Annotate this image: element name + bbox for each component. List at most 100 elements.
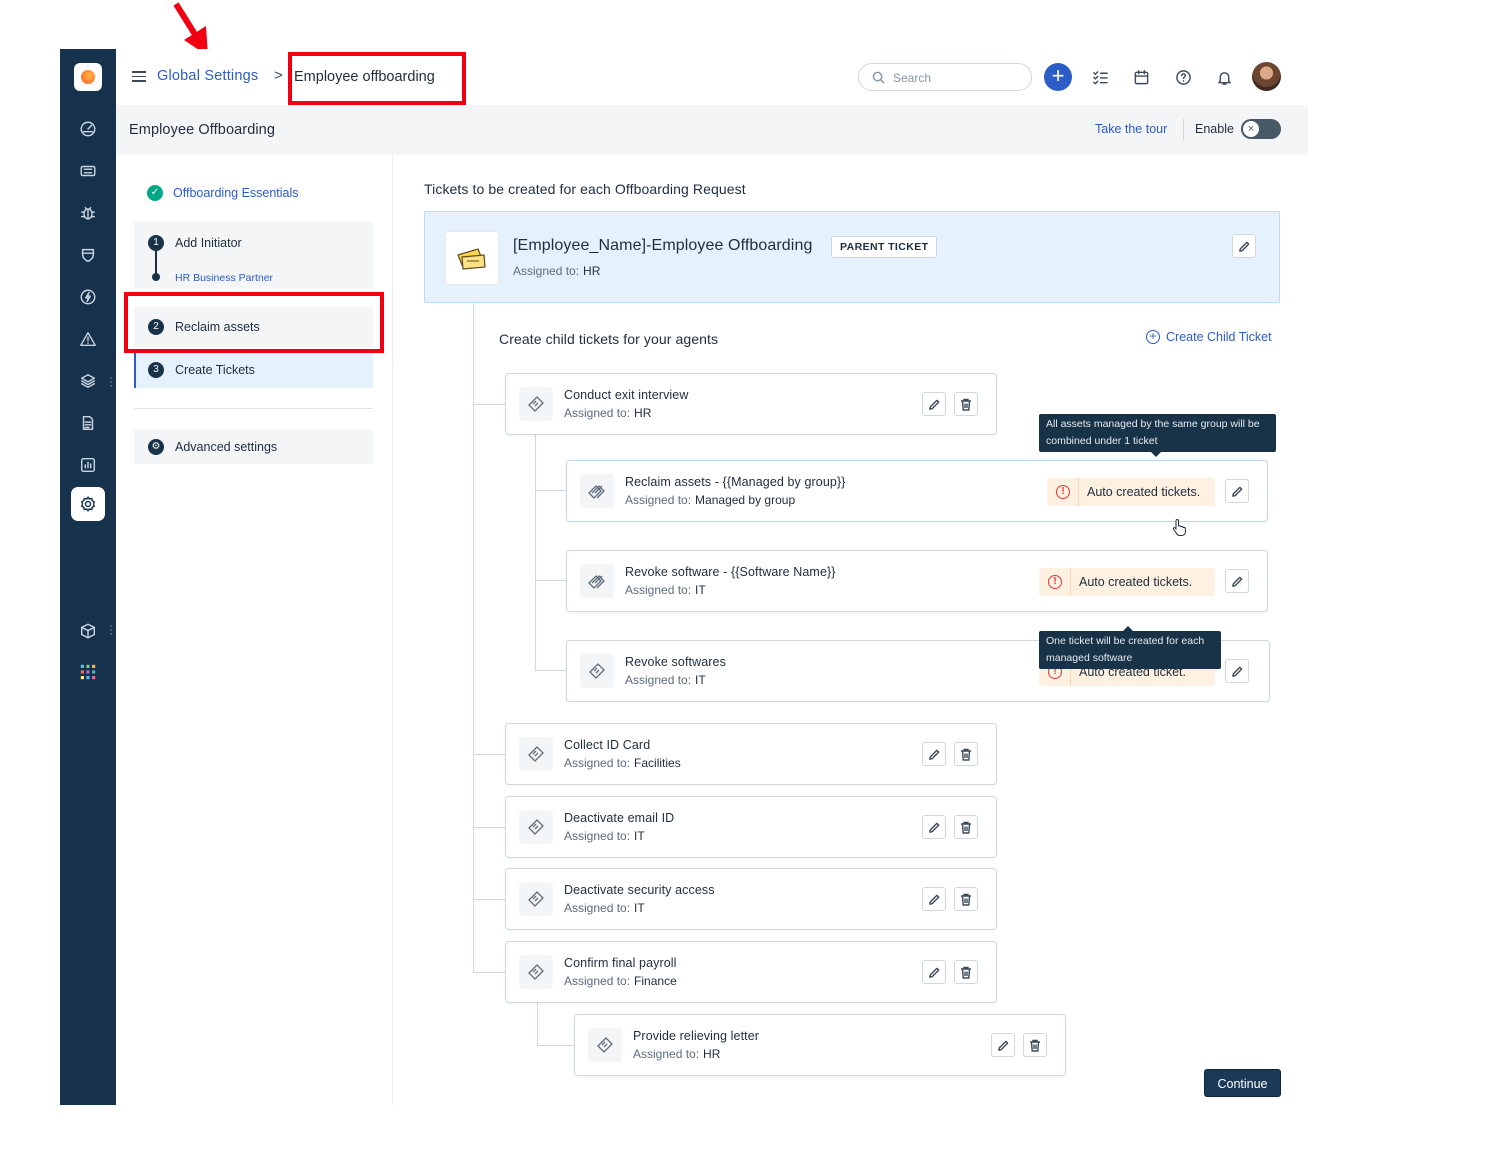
ticket-card: Provide relieving letter Assigned to: HR	[574, 1014, 1066, 1076]
step-sublabel[interactable]: HR Business Partner	[175, 272, 273, 284]
warning-text: Auto created tickets.	[1087, 485, 1201, 499]
ticket-name: Provide relieving letter	[633, 1029, 760, 1043]
delete-ticket-button[interactable]	[954, 815, 978, 839]
tree-branch	[535, 580, 566, 581]
step-offboarding-essentials[interactable]: ✓ Offboarding Essentials	[147, 185, 299, 201]
tree-branch	[473, 827, 505, 828]
edit-ticket-button[interactable]	[1225, 659, 1249, 683]
enable-toggle[interactable]: ×	[1241, 119, 1281, 139]
help-icon[interactable]	[1172, 66, 1194, 88]
calendar-icon[interactable]	[1130, 66, 1152, 88]
ticket-card: Confirm final payroll Assigned to: Financ…	[505, 941, 997, 1003]
breadcrumb-separator: >	[274, 67, 283, 84]
assigned-value: IT	[634, 829, 645, 843]
step-number: 3	[148, 362, 164, 378]
edit-parent-button[interactable]	[1232, 234, 1256, 258]
settings-gear-icon[interactable]	[71, 487, 105, 521]
edit-ticket-button[interactable]	[922, 742, 946, 766]
edit-icon	[1231, 576, 1242, 587]
continue-button[interactable]: Continue	[1204, 1069, 1281, 1097]
edit-ticket-button[interactable]	[922, 960, 946, 984]
step-essentials-label: Offboarding Essentials	[173, 186, 299, 200]
tooltip-software: One ticket will be created for each mana…	[1039, 626, 1221, 669]
parent-ticket-card: [Employee_Name]-Employee Offboarding PAR…	[424, 211, 1280, 303]
new-item-plus-button[interactable]: +	[1044, 63, 1072, 91]
tree-branch	[473, 404, 505, 405]
more-dots-icon[interactable]: · · ·	[109, 371, 113, 391]
create-child-ticket-button[interactable]: + Create Child Ticket	[1146, 330, 1272, 344]
annotation-box-reclaim-assets	[124, 292, 384, 353]
ticket-name: Conduct exit interview	[564, 388, 689, 402]
apps-grid-icon[interactable]	[76, 660, 100, 684]
search-placeholder: Search	[893, 71, 932, 85]
step-add-initiator[interactable]: 1 Add Initiator HR Business Partner	[134, 222, 373, 288]
tree-branch	[473, 899, 505, 900]
trash-icon	[961, 821, 971, 834]
trash-icon	[961, 398, 971, 411]
ticket-name: Deactivate security access	[564, 883, 715, 897]
ticket-assignee: Assigned to: IT	[625, 673, 706, 687]
ticket-name: Reclaim assets - {{Managed by group}}	[625, 475, 846, 489]
delete-ticket-button[interactable]	[1023, 1033, 1047, 1057]
tooltip-line: managed software	[1046, 652, 1133, 664]
assigned-value: Finance	[634, 974, 677, 988]
edit-ticket-button[interactable]	[991, 1033, 1015, 1057]
assigned-value: Facilities	[634, 756, 681, 770]
tickets-icon[interactable]	[76, 159, 100, 183]
ticket-icon	[588, 1028, 622, 1062]
app-logo[interactable]	[74, 63, 102, 91]
edit-ticket-button[interactable]	[1225, 569, 1249, 593]
step-create-tickets[interactable]: 3 Create Tickets	[134, 352, 373, 388]
bug-icon[interactable]	[76, 201, 100, 225]
assigned-label: Assigned to:	[513, 264, 580, 278]
reports-icon[interactable]	[76, 453, 100, 477]
assigned-label: Assigned to:	[564, 829, 631, 843]
alert-icon[interactable]	[76, 327, 100, 351]
auto-created-warning[interactable]: ! Auto created tickets.	[1039, 568, 1215, 596]
ticket-card: Reclaim assets - {{Managed by group}} As…	[566, 460, 1268, 522]
bolt-icon[interactable]	[76, 285, 100, 309]
search-input[interactable]: Search	[858, 63, 1032, 91]
edit-ticket-button[interactable]	[1225, 479, 1249, 503]
trash-icon	[961, 748, 971, 761]
tree-branch	[473, 754, 505, 755]
warning-icon: !	[1048, 575, 1062, 589]
assigned-label: Assigned to:	[625, 493, 692, 507]
check-icon: ✓	[147, 185, 163, 201]
layers-icon[interactable]	[76, 369, 100, 393]
delete-ticket-button[interactable]	[954, 960, 978, 984]
document-icon[interactable]	[76, 411, 100, 435]
ticket-icon	[519, 955, 553, 989]
more-dots-icon-2[interactable]: · · ·	[109, 619, 113, 639]
user-avatar[interactable]	[1252, 62, 1281, 91]
assigned-label: Assigned to:	[564, 406, 631, 420]
tooltip-arrow	[1123, 626, 1133, 631]
shield-icon[interactable]	[76, 243, 100, 267]
edit-ticket-button[interactable]	[922, 815, 946, 839]
hamburger-icon[interactable]	[132, 71, 146, 82]
tree-branch	[537, 1045, 574, 1046]
delete-ticket-button[interactable]	[954, 742, 978, 766]
delete-ticket-button[interactable]	[954, 887, 978, 911]
step-label: Create Tickets	[175, 363, 255, 377]
panel-divider	[134, 408, 373, 409]
breadcrumb-global-settings[interactable]: Global Settings	[157, 68, 258, 84]
cube-icon[interactable]	[76, 619, 100, 643]
dashboard-icon[interactable]	[76, 117, 100, 141]
delete-ticket-button[interactable]	[954, 392, 978, 416]
edit-ticket-button[interactable]	[922, 887, 946, 911]
tooltip-line: combined under 1 ticket	[1046, 435, 1158, 447]
assigned-value: HR	[703, 1047, 721, 1061]
tree-branch	[535, 670, 566, 671]
step-advanced-settings[interactable]: ⚙ Advanced settings	[134, 430, 373, 464]
edit-icon	[928, 749, 939, 760]
task-list-icon[interactable]	[1089, 66, 1111, 88]
take-tour-link[interactable]: Take the tour	[1095, 122, 1167, 136]
bell-icon[interactable]	[1213, 66, 1235, 88]
ticket-assignee: Assigned to: IT	[625, 583, 706, 597]
auto-created-warning[interactable]: ! Auto created tickets.	[1047, 478, 1215, 506]
trash-icon	[1030, 1039, 1040, 1052]
edit-ticket-button[interactable]	[922, 392, 946, 416]
trash-icon	[961, 966, 971, 979]
ticket-assignee: Assigned to: Facilities	[564, 756, 681, 770]
